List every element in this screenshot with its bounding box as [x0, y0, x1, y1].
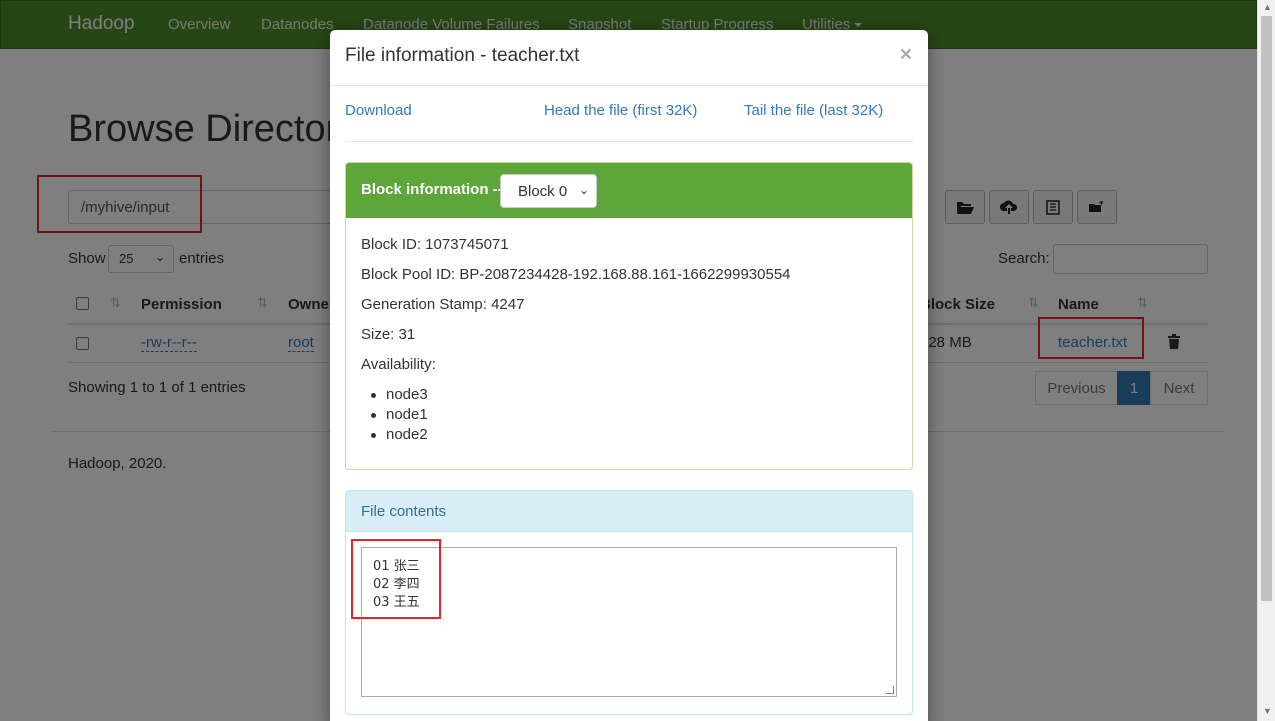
block-information-panel: Block information -- Block 0 ⌄ Block ID:… — [345, 162, 913, 470]
block-id: Block ID: 1073745071 — [361, 236, 509, 253]
head-file-link[interactable]: Head the file (first 32K) — [544, 102, 697, 119]
file-contents-heading: File contents — [346, 491, 912, 532]
availability-node: node1 — [371, 406, 428, 423]
modal-title: File information - teacher.txt — [345, 45, 580, 66]
availability-label: Availability: — [361, 356, 436, 373]
links-divider — [345, 141, 913, 142]
block-size: Size: 31 — [361, 326, 416, 343]
availability-node: node2 — [371, 426, 428, 443]
annotation-box-contents — [351, 539, 441, 619]
availability-node: node3 — [371, 386, 428, 403]
block-pool-id: Block Pool ID: BP-2087234428-192.168.88.… — [361, 266, 791, 283]
modal-header-divider — [330, 85, 928, 86]
scroll-up-arrow-icon[interactable]: ▲ — [1263, 2, 1272, 12]
download-link[interactable]: Download — [345, 102, 412, 119]
chevron-down-icon: ⌄ — [578, 183, 589, 197]
scrollbar-thumb[interactable] — [1261, 16, 1272, 601]
block-information-heading: Block information -- Block 0 ⌄ — [346, 163, 912, 218]
resize-handle[interactable] — [886, 686, 894, 694]
tail-file-link[interactable]: Tail the file (last 32K) — [744, 102, 883, 119]
page-scrollbar[interactable]: ▲ ▼ — [1257, 0, 1275, 721]
block-select-value: Block 0 — [518, 183, 568, 200]
generation-stamp: Generation Stamp: 4247 — [361, 296, 525, 313]
block-information-label: Block information -- — [361, 181, 503, 198]
scroll-down-arrow-icon[interactable]: ▼ — [1263, 706, 1272, 716]
file-contents-textarea[interactable]: 01 张三 02 李四 03 王五 — [361, 547, 897, 697]
file-contents-label: File contents — [361, 503, 447, 520]
close-icon[interactable]: × — [900, 43, 912, 67]
block-select[interactable]: Block 0 ⌄ — [500, 174, 597, 208]
